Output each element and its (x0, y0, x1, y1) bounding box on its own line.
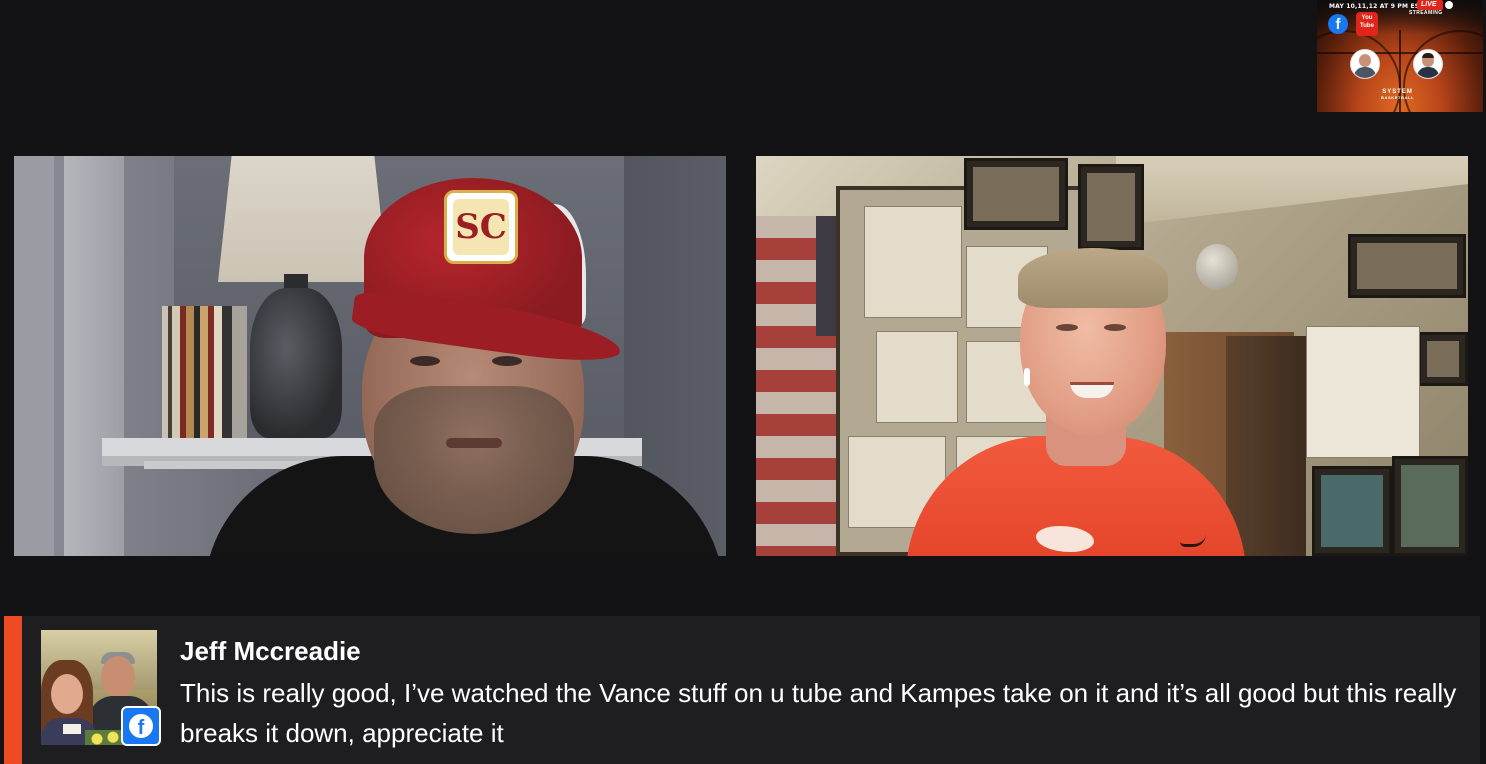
stream-stage: MAY 10,11,12 AT 9 PM EST LIVE STREAMING … (0, 0, 1486, 764)
lamp (218, 156, 388, 282)
comment-text: This is really good, I’ve watched the Va… (180, 678, 1457, 748)
promo-thumbnail: MAY 10,11,12 AT 9 PM EST LIVE STREAMING … (1317, 0, 1483, 112)
promo-date: MAY 10,11,12 AT 9 PM EST (1329, 3, 1424, 10)
cap-logo-text: SC (453, 199, 509, 255)
cap-logo: SC (444, 190, 518, 264)
wall-frame (1312, 466, 1392, 556)
signed-ball (1196, 244, 1238, 290)
play-icon (1445, 1, 1453, 9)
host-avatar (1350, 49, 1380, 79)
video-tile-guest[interactable] (756, 156, 1468, 556)
live-badge: LIVE (1417, 0, 1443, 10)
wall-frame (1392, 456, 1468, 556)
wall-frame (1078, 164, 1144, 250)
guest-avatar (1413, 49, 1443, 79)
video-tile-host[interactable]: SC (14, 156, 726, 556)
facebook-icon: f (121, 706, 161, 746)
streaming-label: STREAMING (1409, 10, 1443, 16)
brand-logo: SYSTEM BASKETBALL (1381, 89, 1414, 101)
comment-accent-bar (4, 616, 22, 764)
wall-frame (1348, 234, 1466, 298)
earbud (1024, 368, 1030, 386)
wall-frame (964, 158, 1068, 230)
comment-author: Jeff Mccreadie (180, 636, 361, 666)
bookshelf (162, 306, 247, 438)
brand-line2: BASKETBALL (1381, 95, 1415, 100)
youtube-icon: You Tube (1356, 12, 1378, 36)
comment-banner: f Jeff Mccreadie This is really good, I’… (4, 616, 1480, 764)
wall-frame (1418, 332, 1468, 386)
certificate (1306, 326, 1420, 458)
facebook-icon: f (1328, 14, 1348, 34)
